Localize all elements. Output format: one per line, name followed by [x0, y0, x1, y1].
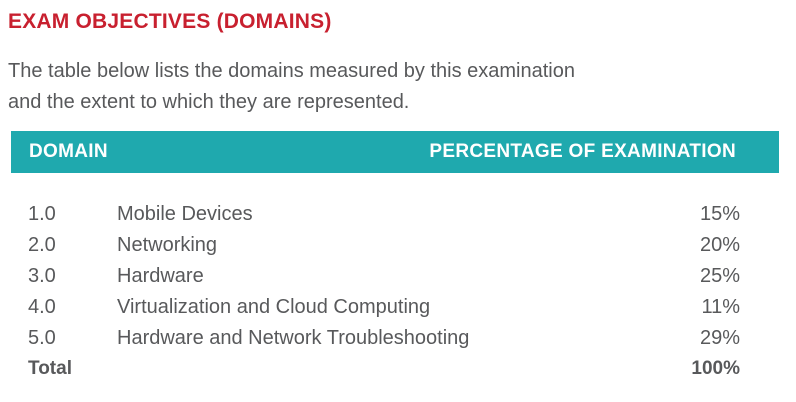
table-row: 2.0 Networking 20% — [28, 231, 740, 262]
domain-number: 2.0 — [28, 234, 56, 256]
domain-name: Virtualization and Cloud Computing — [117, 296, 431, 318]
domain-table-body: 1.0 Mobile Devices 15% 2.0 Networking 20… — [28, 200, 740, 386]
total-percent: 100% — [691, 358, 740, 379]
domain-percent: 15% — [699, 203, 740, 225]
intro-line-1: The table below lists the domains measur… — [8, 60, 575, 82]
domain-number: 4.0 — [28, 296, 56, 318]
column-header-domain: DOMAIN — [29, 141, 108, 162]
table-row: 4.0 Virtualization and Cloud Computing 1… — [28, 293, 740, 324]
domain-name: Hardware and Network Troubleshooting — [117, 327, 470, 349]
column-header-percentage: PERCENTAGE OF EXAMINATION — [429, 141, 736, 162]
domain-percent: 20% — [699, 234, 740, 256]
domain-name: Mobile Devices — [117, 203, 253, 225]
intro-paragraph: The table below lists the domains measur… — [8, 56, 768, 118]
table-row: 3.0 Hardware 25% — [28, 262, 740, 293]
domain-number: 3.0 — [28, 265, 56, 287]
total-label: Total — [28, 358, 72, 379]
domain-percent: 11% — [701, 296, 740, 318]
intro-line-2: and the extent to which they are represe… — [8, 91, 410, 113]
domain-percent: 29% — [699, 327, 740, 349]
domain-name: Networking — [117, 234, 218, 256]
table-header: DOMAIN PERCENTAGE OF EXAMINATION — [11, 131, 779, 173]
domain-number: 1.0 — [28, 203, 56, 225]
domain-name: Hardware — [117, 265, 204, 287]
total-row: Total 100% — [28, 355, 740, 386]
table-row: 1.0 Mobile Devices 15% — [28, 200, 740, 231]
page-title: EXAM OBJECTIVES (DOMAINS) — [8, 10, 332, 33]
domain-number: 5.0 — [28, 327, 56, 349]
domain-percent: 25% — [699, 265, 740, 287]
table-row: 5.0 Hardware and Network Troubleshooting… — [28, 324, 740, 355]
